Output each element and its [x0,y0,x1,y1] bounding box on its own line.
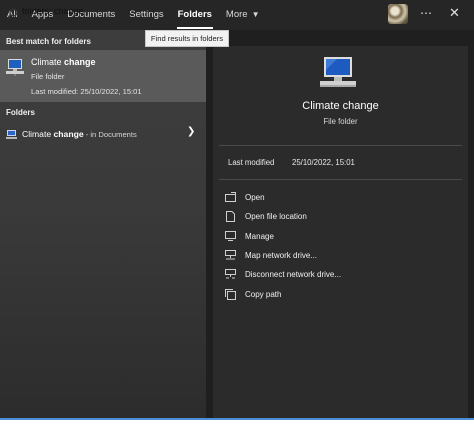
map-drive-icon [224,249,236,261]
action-label: Open file location [245,211,307,221]
action-map-network-drive[interactable]: Map network drive... [224,247,454,263]
best-match-type: File folder [31,72,65,81]
tab-more[interactable]: More ▼ [219,0,267,30]
divider [219,145,462,146]
chevron-right-icon[interactable]: ❯ [187,126,195,137]
folders-heading: Folders [6,108,35,117]
file-location-icon [224,210,236,222]
preview-subtitle: File folder [323,117,358,126]
open-icon [224,191,236,203]
action-disconnect-network-drive[interactable]: Disconnect network drive... [224,266,454,282]
action-open[interactable]: Open [224,189,454,205]
divider [219,179,462,180]
search-box[interactable] [0,418,474,445]
modified-value: 25/10/2022, 15:01 [292,158,355,167]
manage-icon [224,230,236,242]
user-avatar[interactable] [388,4,408,24]
action-open-file-location[interactable]: Open file location [224,208,454,224]
tab-settings[interactable]: Settings [122,0,170,30]
action-label: Open [245,192,265,202]
search-icon [7,6,18,24]
network-folder-large-icon [319,56,357,95]
preview-title: Climate change [302,100,379,112]
folder-result-prefix: Climate [22,129,54,139]
action-label: Manage [245,231,274,241]
tab-folders[interactable]: Folders [171,0,219,30]
best-match-modified: Last modified: 25/10/2022, 15:01 [31,87,142,96]
best-match-heading: Best match for folders [6,37,91,46]
chevron-down-icon: ▼ [251,10,260,19]
close-icon[interactable]: ✕ [449,5,460,21]
folder-result-bold: change [53,129,84,139]
ellipsis-icon[interactable]: ⋯ [420,6,433,20]
action-manage[interactable]: Manage [224,228,454,244]
folder-result-context: - in Documents [83,130,137,139]
folder-result-title: Climate change - in Documents [22,129,137,139]
best-match-title-bold: change [64,57,96,67]
best-match-title: Climate change [31,57,96,67]
action-label: Map network drive... [245,250,318,260]
folders-tooltip: Find results in folders [145,30,229,47]
action-label: Disconnect network drive... [245,269,342,279]
modified-label: Last modified [228,158,275,167]
folder-shortcut-icon [6,127,17,145]
best-match-title-prefix: Climate [31,57,65,67]
network-folder-icon [5,58,25,81]
disconnect-drive-icon [224,268,236,280]
action-copy-path[interactable]: Copy path [224,286,454,302]
action-label: Copy path [245,289,282,299]
copy-icon [224,288,236,300]
tab-more-label: More [225,9,248,20]
search-input[interactable]: folders: change [22,6,84,16]
